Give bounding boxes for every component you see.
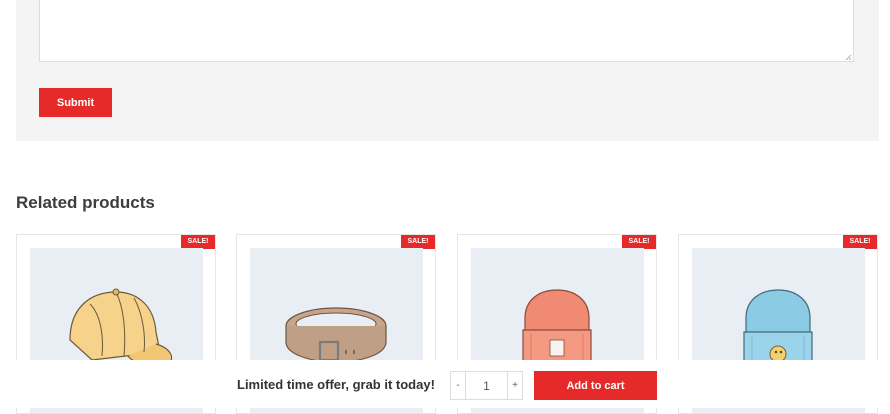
resize-grip-icon[interactable] [845,54,852,61]
related-products-title: Related products [16,193,155,212]
review-form-panel: Submit [16,0,879,141]
offer-text: Limited time offer, grab it today! [237,377,435,392]
quantity-increase-button[interactable]: + [507,371,523,400]
quantity-input[interactable] [466,371,507,400]
add-to-cart-button[interactable]: Add to cart [534,371,657,400]
sale-badge: SALE! [843,235,877,249]
review-comment-textarea[interactable] [39,0,854,62]
sticky-add-to-cart-bar: Limited time offer, grab it today! - + A… [0,360,890,408]
quantity-decrease-button[interactable]: - [450,371,466,400]
sale-badge: SALE! [401,235,435,249]
sale-badge: SALE! [622,235,656,249]
sale-badge: SALE! [181,235,215,249]
submit-button[interactable]: Submit [39,88,112,117]
